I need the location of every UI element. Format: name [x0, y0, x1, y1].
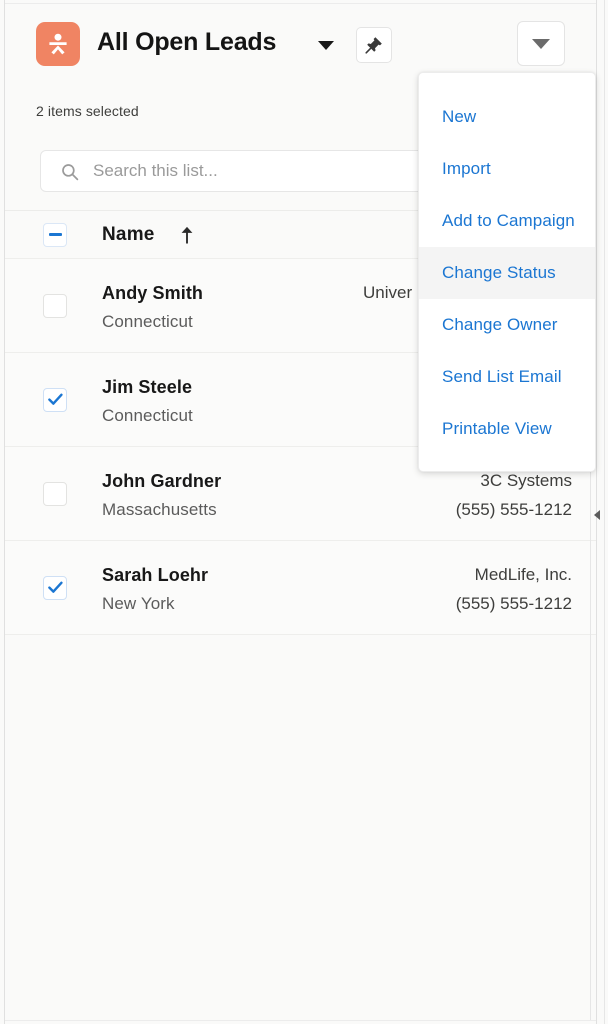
lead-state: Connecticut — [102, 406, 193, 426]
row-checkbox[interactable] — [43, 294, 67, 318]
checkbox-indeterminate-icon — [43, 223, 67, 247]
table-bottom-divider — [5, 634, 596, 635]
column-header-name[interactable]: Name — [102, 224, 155, 246]
leads-person-icon — [36, 22, 80, 66]
panel-collapse-handle[interactable] — [592, 504, 602, 526]
menu-item-new[interactable]: New — [419, 91, 595, 143]
frame-border-far-right — [604, 0, 605, 1024]
pin-list-button[interactable] — [356, 27, 392, 63]
lead-name[interactable]: Andy Smith — [102, 283, 203, 304]
checkbox-checked-icon — [43, 576, 67, 600]
page-title: All Open Leads — [97, 28, 276, 57]
selected-count-label: 2 items selected — [36, 103, 139, 119]
lead-name[interactable]: John Gardner — [102, 471, 221, 492]
row-checkbox[interactable] — [43, 388, 67, 412]
search-input[interactable] — [93, 151, 453, 191]
lead-state: Massachusetts — [102, 500, 217, 520]
checkbox-unchecked-icon — [43, 482, 67, 506]
list-view-panel: All Open Leads 2 items selected — [5, 4, 596, 1020]
search-icon — [61, 163, 79, 181]
lead-phone: (555) 555-1212 — [456, 594, 572, 614]
chevron-down-icon — [532, 39, 550, 49]
frame-border-bottom — [5, 1020, 596, 1021]
lead-company: Univer — [363, 283, 412, 303]
chevron-down-icon[interactable] — [318, 41, 334, 50]
lead-company: 3C Systems — [480, 471, 572, 491]
dash-icon — [49, 233, 62, 236]
menu-item-add-to-campaign[interactable]: Add to Campaign — [419, 195, 595, 247]
menu-item-change-status[interactable]: Change Status — [419, 247, 595, 299]
menu-item-printable-view[interactable]: Printable View — [419, 403, 595, 455]
pin-icon — [364, 35, 384, 55]
lead-name[interactable]: Jim Steele — [102, 377, 192, 398]
lead-phone: (555) 555-1212 — [456, 500, 572, 520]
arrow-up-icon[interactable] — [180, 225, 194, 244]
menu-item-send-list-email[interactable]: Send List Email — [419, 351, 595, 403]
lead-name[interactable]: Sarah Loehr — [102, 565, 208, 586]
row-checkbox[interactable] — [43, 482, 67, 506]
list-actions-menu-button[interactable] — [517, 21, 565, 66]
app-root: All Open Leads 2 items selected — [0, 0, 608, 1024]
lead-company: MedLife, Inc. — [475, 565, 572, 585]
lead-state: New York — [102, 594, 175, 614]
list-actions-dropdown: New Import Add to Campaign Change Status… — [418, 72, 596, 472]
table-row[interactable]: Sarah Loehr New York MedLife, Inc. (555)… — [5, 540, 596, 634]
checkbox-unchecked-icon — [43, 294, 67, 318]
menu-item-import[interactable]: Import — [419, 143, 595, 195]
row-checkbox[interactable] — [43, 576, 67, 600]
lead-state: Connecticut — [102, 312, 193, 332]
select-all-checkbox[interactable] — [43, 223, 67, 247]
search-list-box[interactable] — [40, 150, 461, 192]
checkbox-checked-icon — [43, 388, 67, 412]
menu-item-change-owner[interactable]: Change Owner — [419, 299, 595, 351]
chevron-left-icon — [594, 510, 600, 520]
